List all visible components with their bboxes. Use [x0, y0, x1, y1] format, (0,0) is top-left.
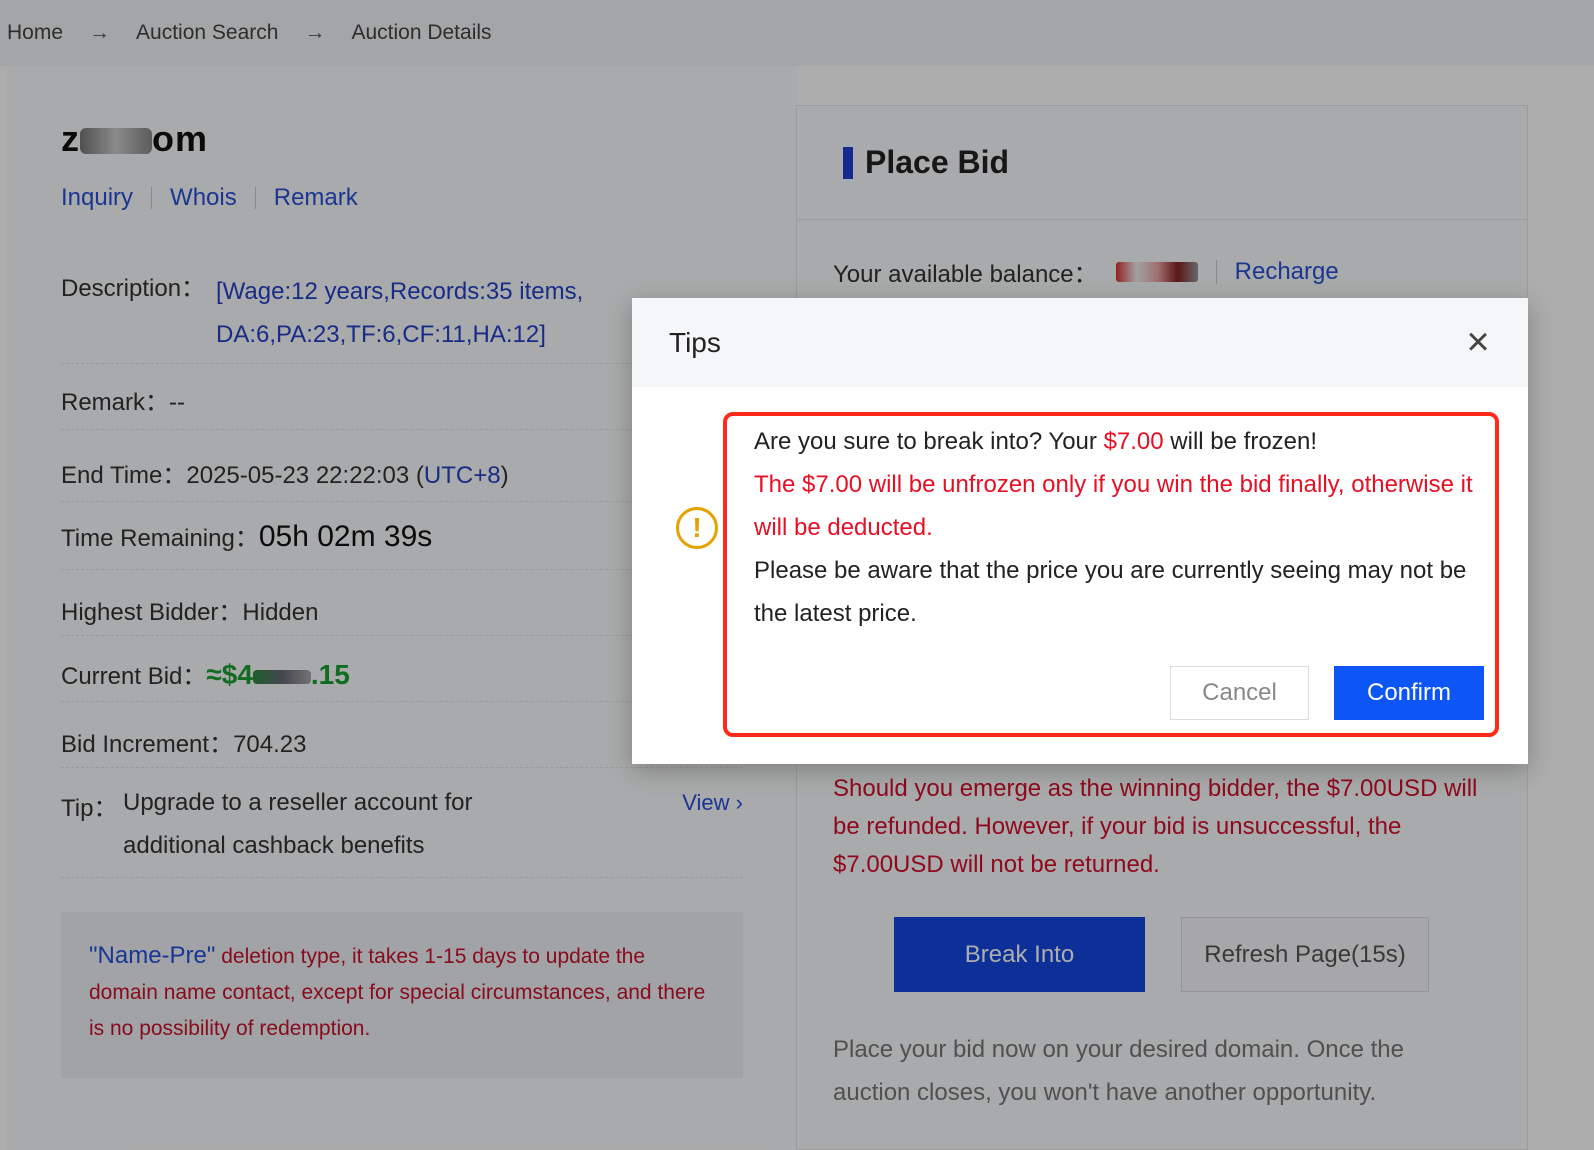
- unfreeze-warning: The $7.00 will be unfrozen only if you w…: [754, 471, 1473, 541]
- cancel-button[interactable]: Cancel: [1170, 666, 1309, 720]
- close-icon[interactable]: ×: [1456, 320, 1500, 364]
- dialog-title: Tips: [669, 326, 721, 358]
- confirm-button[interactable]: Confirm: [1334, 666, 1484, 720]
- dialog-header: Tips ×: [632, 298, 1528, 387]
- dialog-message: Are you sure to break into? Your $7.00 w…: [754, 420, 1474, 635]
- frozen-amount: $7.00: [1103, 428, 1164, 455]
- price-notice: Please be aware that the price you are c…: [754, 557, 1467, 627]
- tips-dialog: Tips × ! Are you sure to break into? You…: [632, 298, 1528, 764]
- exclamation-icon: !: [676, 507, 718, 549]
